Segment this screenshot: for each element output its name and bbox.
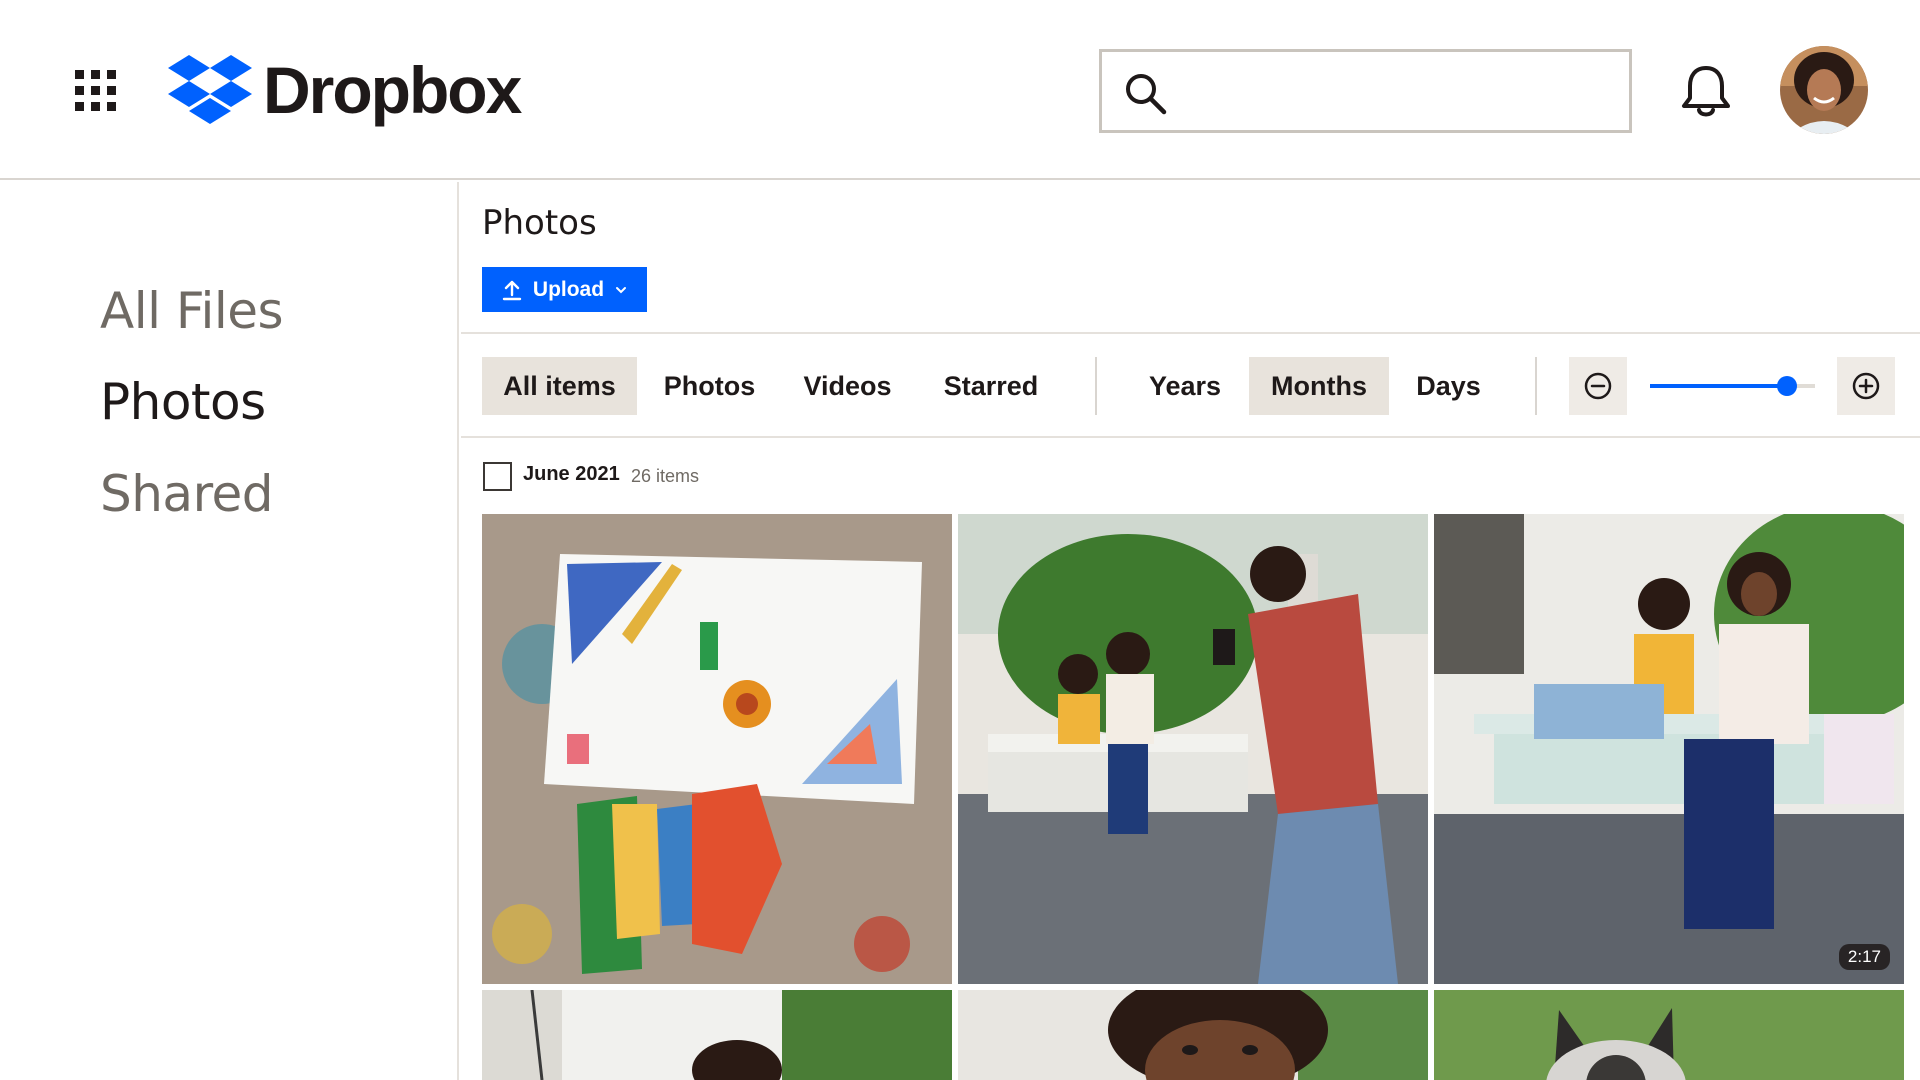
photo-porch-mother-son [1434, 514, 1904, 984]
sidebar-item-photos[interactable]: Photos [100, 373, 266, 431]
toolbar-divider-top [461, 332, 1920, 334]
upload-button[interactable]: Upload [482, 267, 647, 312]
top-bar: Dropbox [0, 0, 1920, 180]
dropbox-logo-icon[interactable] [168, 55, 252, 125]
toolbar-separator [1535, 357, 1537, 415]
filter-days[interactable]: Days [1401, 357, 1496, 415]
group-item-count: 26 items [631, 466, 700, 486]
filter-months[interactable]: Months [1249, 357, 1389, 415]
photo-dog-grass [1434, 990, 1904, 1080]
photo-tile[interactable] [958, 990, 1428, 1080]
zoom-slider[interactable] [1650, 372, 1815, 400]
chevron-down-icon [616, 286, 627, 293]
select-group-checkbox[interactable] [483, 462, 512, 491]
video-tile[interactable]: 2:17 [1434, 514, 1904, 984]
filter-photos[interactable]: Photos [652, 357, 767, 415]
page-title: Photos [482, 203, 597, 243]
filter-starred[interactable]: Starred [930, 357, 1052, 415]
zoom-out-button[interactable] [1569, 357, 1627, 415]
upload-icon [502, 280, 522, 300]
search-icon [1126, 74, 1167, 115]
photo-tile[interactable] [482, 514, 952, 984]
sidebar-item-shared[interactable]: Shared [100, 465, 274, 523]
photo-collage-artwork [482, 514, 952, 984]
photo-child-swing [482, 990, 952, 1080]
sidebar-item-all-files[interactable]: All Files [100, 282, 284, 340]
sidebar: All Files Photos Shared [0, 182, 459, 1080]
minus-circle-icon [1584, 372, 1612, 400]
bell-icon[interactable] [1680, 62, 1732, 120]
photo-porch-family [958, 514, 1428, 984]
avatar[interactable] [1780, 46, 1868, 134]
upload-label: Upload [532, 277, 605, 301]
brand-name[interactable]: Dropbox [263, 52, 522, 128]
apps-grid-icon[interactable] [75, 70, 117, 112]
group-date-label: June 2021 [523, 463, 620, 485]
filter-all-items[interactable]: All items [482, 357, 637, 415]
video-duration-badge: 2:17 [1838, 944, 1890, 970]
search-input[interactable] [1182, 62, 1612, 120]
photo-tile[interactable] [958, 514, 1428, 984]
avatar-image [1780, 46, 1868, 134]
toolbar-separator [1095, 357, 1097, 415]
photo-tile[interactable] [1434, 990, 1904, 1080]
toolbar-divider-bottom [461, 436, 1920, 438]
search-box[interactable] [1099, 49, 1632, 133]
photo-smiling-child [958, 990, 1428, 1080]
zoom-slider-thumb[interactable] [1776, 376, 1797, 396]
filter-videos[interactable]: Videos [790, 357, 905, 415]
zoom-slider-fill [1650, 384, 1787, 388]
plus-circle-icon [1852, 372, 1880, 400]
zoom-in-button[interactable] [1837, 357, 1895, 415]
filter-years[interactable]: Years [1133, 357, 1237, 415]
photo-tile[interactable] [482, 990, 952, 1080]
